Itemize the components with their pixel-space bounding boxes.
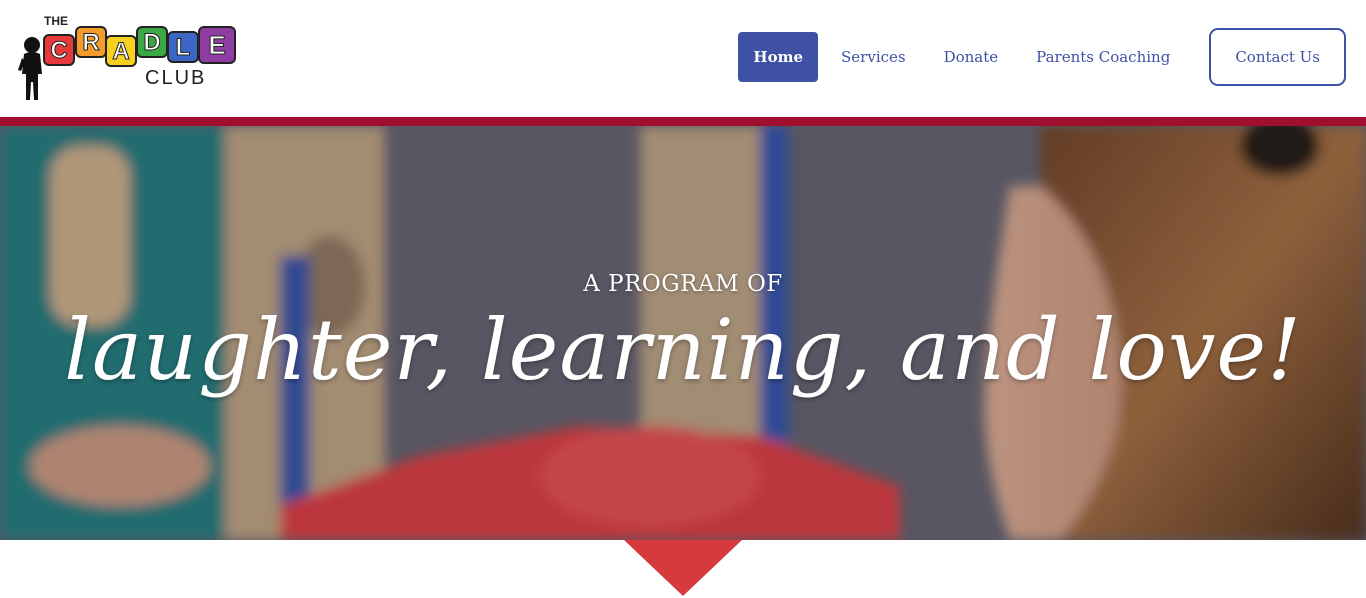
logo-letter-d: D — [143, 29, 160, 56]
logo-letter-r: R — [82, 29, 99, 56]
nav-services[interactable]: Services — [826, 32, 921, 82]
contact-us-button[interactable]: Contact Us — [1209, 28, 1346, 86]
nav-home[interactable]: Home — [738, 32, 819, 82]
logo-letter-c: C — [50, 37, 67, 64]
logo-the-text: THE — [44, 14, 68, 28]
hero-kicker: A PROGRAM OF — [583, 271, 783, 297]
main-nav: Home Services Donate Parents Coaching Co… — [730, 28, 1346, 86]
logo-graphic: THE C R A D L E CLUB — [18, 14, 236, 100]
logo-blocks: C R A D L E — [43, 26, 236, 67]
site-header: THE C R A D L E CLUB Home Services Donat… — [0, 0, 1366, 117]
logo-letter-e: E — [208, 30, 225, 60]
cradle-club-logo[interactable]: THE C R A D L E CLUB — [18, 12, 243, 104]
logo-letter-a: A — [112, 38, 129, 65]
header-accent-bar — [0, 117, 1366, 126]
down-triangle-icon — [624, 540, 742, 596]
child-silhouette-icon — [18, 37, 42, 100]
nav-parents-coaching[interactable]: Parents Coaching — [1021, 32, 1185, 82]
nav-donate[interactable]: Donate — [929, 32, 1014, 82]
hero-banner: A PROGRAM OF laughter, learning, and lov… — [0, 126, 1366, 540]
logo-club-text: CLUB — [145, 67, 206, 89]
logo-letter-l: L — [176, 34, 191, 61]
hero-title: laughter, learning, and love! — [64, 301, 1302, 399]
